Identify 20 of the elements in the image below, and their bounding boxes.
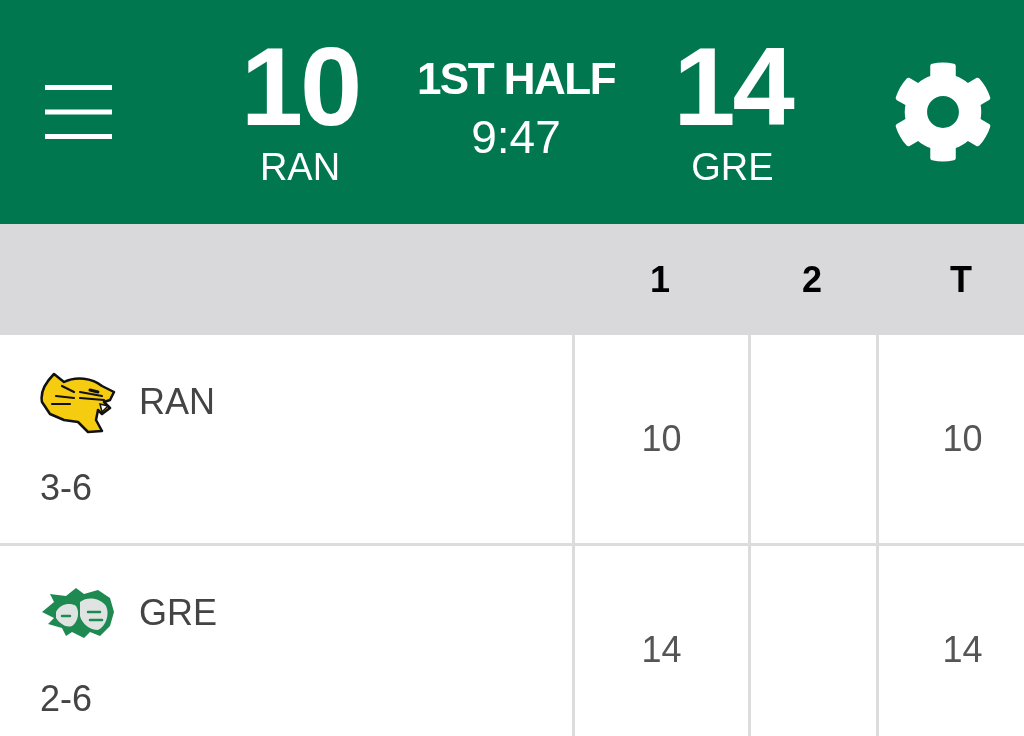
team-score: 14 — [673, 37, 792, 137]
team-abbreviation: GRE — [691, 147, 774, 187]
team-abbreviation: RAN — [259, 147, 341, 187]
team-name: RAN — [139, 382, 215, 422]
menu-icon — [45, 85, 112, 139]
period-label: 1ST HALF — [416, 56, 616, 102]
total-score: 10 — [942, 417, 983, 461]
tiger-head-icon — [40, 370, 116, 434]
lion-heads-icon — [40, 586, 116, 640]
column-header: 2 — [802, 257, 822, 302]
column-header: T — [950, 257, 972, 302]
team-record: 3-6 — [40, 468, 93, 508]
team-name: GRE — [139, 593, 217, 633]
period-score: 14 — [641, 628, 682, 672]
game-clock: 9:47 — [471, 114, 561, 160]
period-score: 10 — [641, 417, 682, 461]
column-header: 1 — [650, 257, 670, 302]
team-record: 2-6 — [40, 679, 93, 719]
total-score: 14 — [942, 628, 983, 672]
team-score: 10 — [240, 37, 360, 137]
